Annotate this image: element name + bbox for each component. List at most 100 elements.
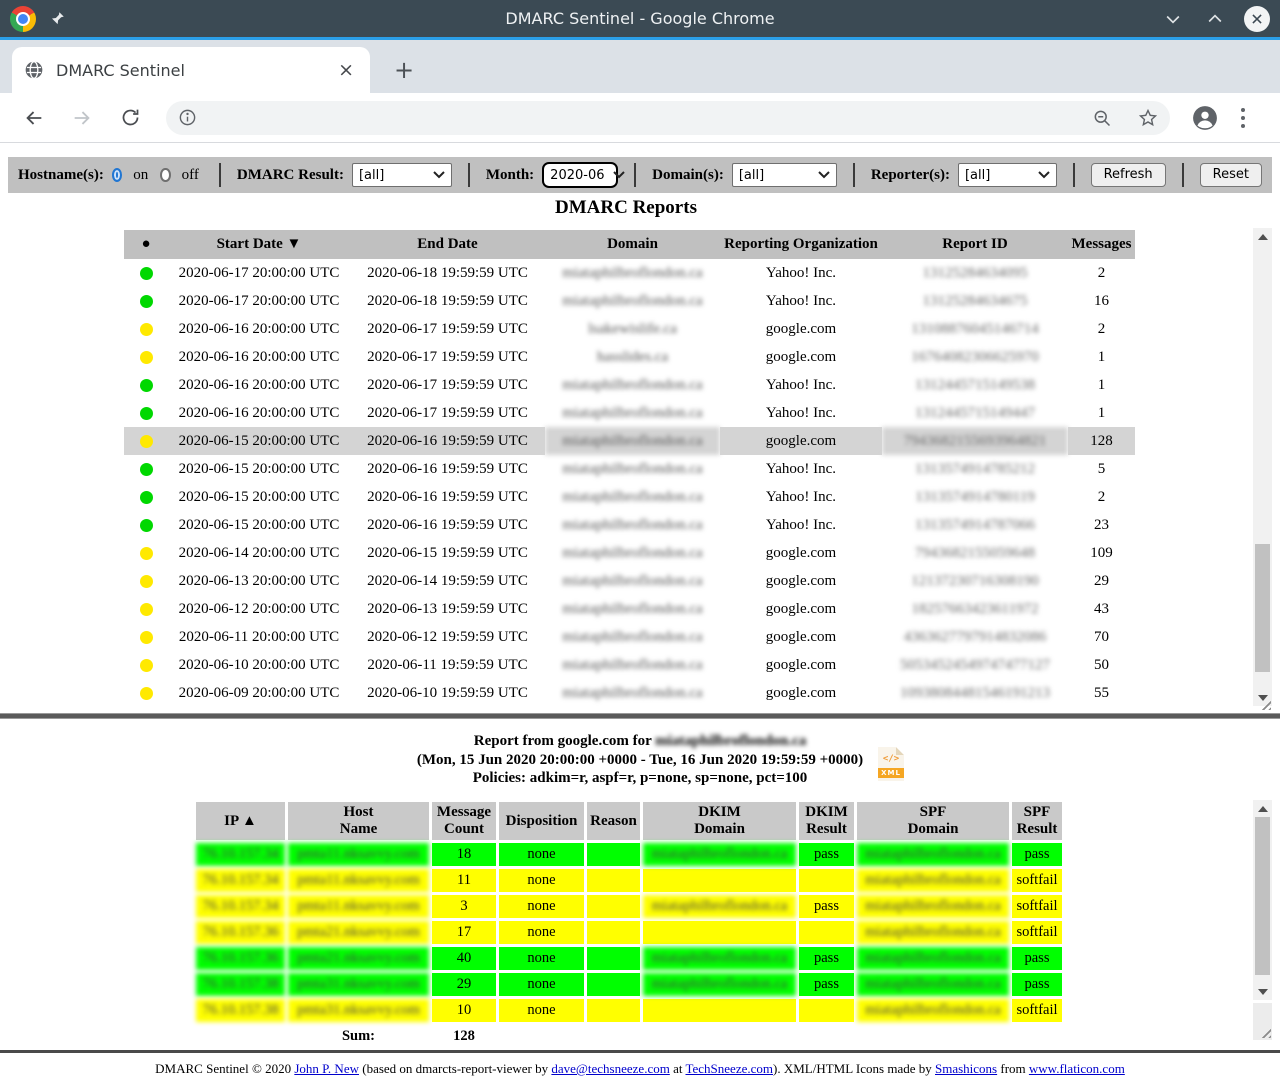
report-row[interactable]: 2020-06-16 20:00:00 UTC 2020-06-17 19:59…	[124, 343, 1135, 371]
reports-table: ● Start Date ▼ End Date Domain Reporting…	[124, 230, 1135, 707]
detail-ip: 76.10.157.38	[196, 973, 285, 996]
zoom-out-icon[interactable]	[1092, 108, 1112, 128]
report-row[interactable]: 2020-06-13 20:00:00 UTC 2020-06-14 19:59…	[124, 567, 1135, 595]
report-row[interactable]: 2020-06-17 20:00:00 UTC 2020-06-18 19:59…	[124, 287, 1135, 315]
detail-disposition: none	[499, 999, 584, 1022]
reports-header-row: ● Start Date ▼ End Date Domain Reporting…	[124, 230, 1135, 259]
scrollbar-up-button[interactable]	[1253, 228, 1272, 245]
omnibox[interactable]	[166, 101, 1170, 135]
tab-close-icon[interactable]: ×	[334, 61, 358, 80]
report-row[interactable]: 2020-06-16 20:00:00 UTC 2020-06-17 19:59…	[124, 399, 1135, 427]
column-host-name[interactable]: Host Name	[288, 802, 429, 840]
report-end-date: 2020-06-17 19:59:59 UTC	[350, 399, 545, 427]
detail-dkim-result: pass	[799, 843, 854, 866]
column-spf-result[interactable]: SPF Result	[1012, 802, 1062, 840]
filter-bar: Hostname(s): on off DMARC Result: [all] …	[8, 157, 1272, 193]
report-row[interactable]: 2020-06-15 20:00:00 UTC 2020-06-16 19:59…	[124, 455, 1135, 483]
tab-dmarc-sentinel[interactable]: DMARC Sentinel ×	[12, 47, 370, 93]
report-domain: miataphilbroflondon.ca	[545, 567, 720, 595]
report-id: 7943682155693964821	[882, 427, 1068, 455]
scrollbar-down-button[interactable]	[1253, 983, 1272, 1000]
new-tab-button[interactable]: +	[388, 54, 420, 86]
column-reason[interactable]: Reason	[587, 802, 640, 840]
window-maximize-button[interactable]	[1202, 6, 1228, 32]
report-status-cell	[124, 343, 168, 371]
report-start-date: 2020-06-15 20:00:00 UTC	[168, 427, 350, 455]
back-button[interactable]	[17, 101, 51, 135]
scrollbar-thumb[interactable]	[1255, 544, 1270, 672]
status-dot-icon	[140, 267, 153, 280]
window-close-button[interactable]	[1244, 6, 1270, 32]
xml-file-icon[interactable]: </> XML	[878, 747, 904, 781]
report-detail-pane: Report from google.com for miataphilbrof…	[0, 719, 1280, 1042]
column-dkim-domain[interactable]: DKIM Domain	[643, 802, 796, 840]
report-date-range: (Mon, 15 Jun 2020 20:00:00 +0000 - Tue, …	[0, 751, 1280, 770]
status-dot-icon	[140, 659, 153, 672]
column-ip[interactable]: IP ▲	[196, 802, 285, 840]
month-select[interactable]: 2020-06	[542, 162, 618, 188]
dmarc-result-label: DMARC Result:	[237, 167, 344, 184]
column-start-date[interactable]: Start Date ▼	[168, 230, 350, 259]
scrollbar-up-button[interactable]	[1253, 800, 1272, 817]
window-titlebar: DMARC Sentinel - Google Chrome	[0, 0, 1280, 40]
window-minimize-button[interactable]	[1160, 6, 1186, 32]
report-domain: miataphilbroflondon.ca	[545, 259, 720, 287]
reset-button[interactable]: Reset	[1200, 163, 1262, 187]
report-organization: Yahoo! Inc.	[720, 455, 882, 483]
detail-reason	[587, 973, 640, 996]
report-row[interactable]: 2020-06-09 20:00:00 UTC 2020-06-10 19:59…	[124, 679, 1135, 707]
hostname-off-radio[interactable]	[160, 168, 170, 182]
detail-pane-resize-corner[interactable]	[1253, 1003, 1272, 1040]
report-row[interactable]: 2020-06-11 20:00:00 UTC 2020-06-12 19:59…	[124, 623, 1135, 651]
report-row[interactable]: 2020-06-16 20:00:00 UTC 2020-06-17 19:59…	[124, 371, 1135, 399]
detail-message-count: 18	[432, 843, 496, 866]
site-info-icon[interactable]	[178, 108, 197, 127]
dmarc-result-select[interactable]: [all]	[352, 163, 452, 187]
column-messages[interactable]: Messages	[1068, 230, 1135, 259]
profile-avatar[interactable]	[1192, 105, 1218, 131]
report-start-date: 2020-06-16 20:00:00 UTC	[168, 343, 350, 371]
report-domain: miataphilbroflondon.ca	[545, 427, 720, 455]
browser-menu-icon[interactable]	[1240, 107, 1246, 129]
report-status-cell	[124, 287, 168, 315]
bookmark-star-icon[interactable]	[1138, 108, 1158, 128]
forward-button[interactable]	[65, 101, 99, 135]
report-status-cell	[124, 399, 168, 427]
report-organization: google.com	[720, 623, 882, 651]
column-spf-domain[interactable]: SPF Domain	[857, 802, 1009, 840]
report-row[interactable]: 2020-06-17 20:00:00 UTC 2020-06-18 19:59…	[124, 259, 1135, 287]
column-disposition[interactable]: Disposition	[499, 802, 584, 840]
report-organization: Yahoo! Inc.	[720, 259, 882, 287]
column-message-count[interactable]: Message Count	[432, 802, 496, 840]
detail-ip: 76.10.157.34	[196, 869, 285, 892]
hostname-on-radio[interactable]	[112, 168, 122, 182]
reports-scrollbar[interactable]	[1253, 228, 1272, 706]
report-row[interactable]: 2020-06-15 20:00:00 UTC 2020-06-16 19:59…	[124, 483, 1135, 511]
report-row[interactable]: 2020-06-14 20:00:00 UTC 2020-06-15 19:59…	[124, 539, 1135, 567]
column-reporting-organization[interactable]: Reporting Organization	[720, 230, 882, 259]
column-report-id[interactable]: Report ID	[882, 230, 1068, 259]
scrollbar-thumb[interactable]	[1255, 817, 1270, 975]
report-end-date: 2020-06-16 19:59:59 UTC	[350, 511, 545, 539]
reload-button[interactable]	[113, 101, 147, 135]
column-end-date[interactable]: End Date	[350, 230, 545, 259]
report-row[interactable]: 2020-06-12 20:00:00 UTC 2020-06-13 19:59…	[124, 595, 1135, 623]
detail-host-name: pmta11.nksavvy.com	[288, 843, 429, 866]
detail-scrollbar[interactable]	[1253, 800, 1272, 1000]
refresh-button[interactable]: Refresh	[1091, 163, 1166, 187]
column-domain[interactable]: Domain	[545, 230, 720, 259]
report-organization: Yahoo! Inc.	[720, 371, 882, 399]
column-dkim-result[interactable]: DKIM Result	[799, 802, 854, 840]
report-row[interactable]: 2020-06-15 20:00:00 UTC 2020-06-16 19:59…	[124, 511, 1135, 539]
report-row[interactable]: 2020-06-16 20:00:00 UTC 2020-06-17 19:59…	[124, 315, 1135, 343]
url-input[interactable]	[197, 109, 1092, 127]
report-row[interactable]: 2020-06-15 20:00:00 UTC 2020-06-16 19:59…	[124, 427, 1135, 455]
domain-select[interactable]: [all]	[732, 163, 837, 187]
detail-pane-resize-grip[interactable]	[1258, 1025, 1271, 1038]
reporter-select[interactable]: [all]	[958, 163, 1057, 187]
report-id: 4363627797914832086	[882, 623, 1068, 651]
detail-spf-result: pass	[1012, 947, 1062, 970]
detail-dkim-domain: miataphilbroflondon.ca	[643, 973, 796, 996]
report-start-date: 2020-06-16 20:00:00 UTC	[168, 399, 350, 427]
report-row[interactable]: 2020-06-10 20:00:00 UTC 2020-06-11 19:59…	[124, 651, 1135, 679]
